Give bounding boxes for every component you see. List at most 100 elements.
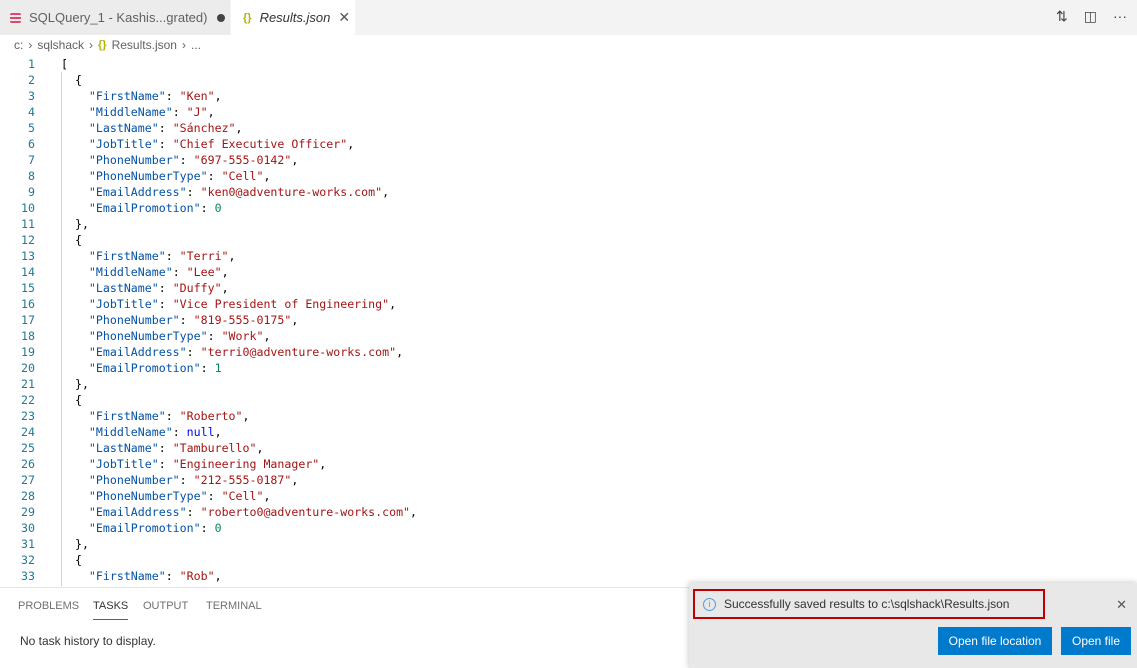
code-line: 11 },	[0, 216, 1137, 232]
breadcrumb-item[interactable]: ...	[191, 38, 201, 52]
code-text: {	[61, 73, 82, 87]
code-line: 7 "PhoneNumber": "697-555-0142",	[0, 152, 1137, 168]
line-number: 31	[21, 537, 35, 551]
code-line: 19 "EmailAddress": "terri0@adventure-wor…	[0, 344, 1137, 360]
line-number: 3	[28, 89, 35, 103]
line-number: 30	[21, 521, 35, 535]
breadcrumb-item[interactable]: sqlshack	[37, 38, 84, 52]
line-number: 12	[21, 233, 35, 247]
panel-tab-output[interactable]: OUTPUT	[143, 600, 188, 620]
code-line: 30 "EmailPromotion": 0	[0, 520, 1137, 536]
code-line: 22 {	[0, 392, 1137, 408]
code-text: "PhoneNumber": "212-555-0187",	[88, 473, 299, 487]
code-line: 25 "LastName": "Tamburello",	[0, 440, 1137, 456]
code-line: 12 {	[0, 232, 1137, 248]
tab-results-json[interactable]: {} Results.json ✕	[231, 0, 355, 35]
line-number: 4	[28, 105, 35, 119]
code-text: "EmailAddress": "terri0@adventure-works.…	[88, 345, 404, 359]
tab-sqlquery[interactable]: SQLQuery_1 - Kashis...grated)	[0, 0, 230, 35]
code-text: "EmailAddress": "ken0@adventure-works.co…	[88, 185, 390, 199]
line-number: 8	[28, 169, 35, 183]
line-number: 25	[21, 441, 35, 455]
code-line: 16 "JobTitle": "Vice President of Engine…	[0, 296, 1137, 312]
code-line: 23 "FirstName": "Roberto",	[0, 408, 1137, 424]
code-text: "LastName": "Duffy",	[88, 281, 229, 295]
panel-tab-terminal[interactable]: TERMINAL	[206, 600, 262, 620]
notification-message: Successfully saved results to c:\sqlshac…	[724, 597, 1010, 611]
tab-label: SQLQuery_1 - Kashis...grated)	[29, 10, 208, 25]
code-text: "MiddleName": null,	[88, 425, 222, 439]
breadcrumb-item[interactable]: Results.json	[112, 38, 177, 52]
code-line: 10 "EmailPromotion": 0	[0, 200, 1137, 216]
code-text: "FirstName": "Roberto",	[88, 409, 250, 423]
line-number: 10	[21, 201, 35, 215]
line-number: 23	[21, 409, 35, 423]
code-line: 32 {	[0, 552, 1137, 568]
code-text: "PhoneNumber": "697-555-0142",	[88, 153, 299, 167]
code-line: 21 },	[0, 376, 1137, 392]
panel-tab-tasks[interactable]: TASKS	[93, 600, 129, 620]
chevron-right-icon: ›	[181, 38, 186, 52]
code-text: {	[61, 233, 82, 247]
code-line: 27 "PhoneNumber": "212-555-0187",	[0, 472, 1137, 488]
code-line: 31 },	[0, 536, 1137, 552]
open-file-location-button[interactable]: Open file location	[938, 627, 1052, 655]
code-line: 20 "EmailPromotion": 1	[0, 360, 1137, 376]
code-text: },	[61, 217, 89, 231]
code-text: },	[61, 537, 89, 551]
code-text: "LastName": "Sánchez",	[88, 121, 243, 135]
code-line: 1[	[0, 56, 1137, 72]
code-text: "FirstName": "Rob",	[88, 569, 222, 583]
code-text: },	[61, 377, 89, 391]
database-icon	[10, 12, 21, 23]
code-line: 13 "FirstName": "Terri",	[0, 248, 1137, 264]
line-number: 5	[28, 121, 35, 135]
line-number: 13	[21, 249, 35, 263]
line-number: 11	[21, 217, 35, 231]
line-number: 18	[21, 329, 35, 343]
close-notification-icon[interactable]: ✕	[1116, 597, 1127, 613]
split-editor-icon[interactable]: ◫	[1084, 8, 1097, 25]
code-text: "PhoneNumberType": "Cell",	[88, 169, 271, 183]
code-line: 26 "JobTitle": "Engineering Manager",	[0, 456, 1137, 472]
line-number: 17	[21, 313, 35, 327]
code-text: "JobTitle": "Vice President of Engineeri…	[88, 297, 397, 311]
line-number: 15	[21, 281, 35, 295]
breadcrumb-item[interactable]: c:	[14, 38, 23, 52]
line-number: 7	[28, 153, 35, 167]
line-number: 1	[28, 57, 35, 71]
json-icon: {}	[243, 11, 252, 24]
line-number: 16	[21, 297, 35, 311]
line-number: 20	[21, 361, 35, 375]
unsaved-dot-icon[interactable]	[217, 13, 226, 22]
code-line: 2 {	[0, 72, 1137, 88]
notification-message-box: i Successfully saved results to c:\sqlsh…	[693, 589, 1045, 619]
notification-toast: i Successfully saved results to c:\sqlsh…	[689, 583, 1137, 668]
more-actions-icon[interactable]: ···	[1113, 8, 1127, 25]
close-icon[interactable]: ✕	[338, 9, 350, 26]
code-line: 6 "JobTitle": "Chief Executive Officer",	[0, 136, 1137, 152]
line-number: 24	[21, 425, 35, 439]
code-text: "PhoneNumberType": "Work",	[88, 329, 271, 343]
line-number: 14	[21, 265, 35, 279]
code-line: 9 "EmailAddress": "ken0@adventure-works.…	[0, 184, 1137, 200]
code-text: "MiddleName": "Lee",	[88, 265, 229, 279]
code-line: 14 "MiddleName": "Lee",	[0, 264, 1137, 280]
json-icon: {}	[98, 39, 107, 51]
code-line: 29 "EmailAddress": "roberto0@adventure-w…	[0, 504, 1137, 520]
code-line: 8 "PhoneNumberType": "Cell",	[0, 168, 1137, 184]
code-editor[interactable]: 1[2 {3 "FirstName": "Ken", 4 "MiddleName"…	[0, 56, 1137, 586]
code-line: 15 "LastName": "Duffy",	[0, 280, 1137, 296]
code-text: [	[61, 57, 68, 71]
panel-tab-problems[interactable]: PROBLEMS	[18, 600, 79, 620]
code-text: "JobTitle": "Engineering Manager",	[88, 457, 327, 471]
open-file-button[interactable]: Open file	[1061, 627, 1131, 655]
line-number: 9	[28, 185, 35, 199]
chevron-right-icon: ›	[89, 38, 94, 52]
code-text: "PhoneNumber": "819-555-0175",	[88, 313, 299, 327]
compare-changes-icon[interactable]: ⇅	[1056, 8, 1068, 25]
tab-label: Results.json	[259, 10, 331, 25]
code-line: 18 "PhoneNumberType": "Work",	[0, 328, 1137, 344]
line-number: 33	[21, 569, 35, 583]
code-text: "EmailAddress": "roberto0@adventure-work…	[88, 505, 418, 519]
